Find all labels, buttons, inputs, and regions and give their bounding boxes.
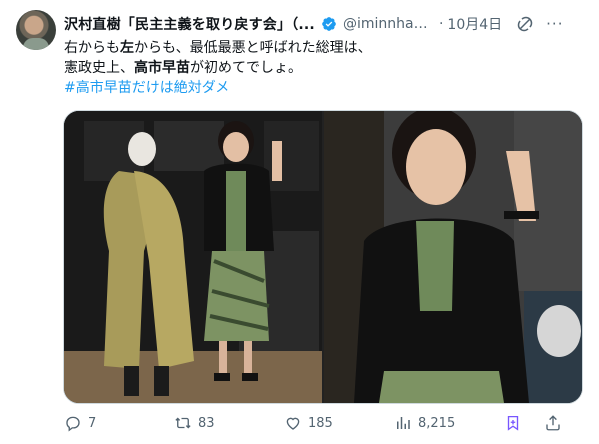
like-icon [286,417,300,430]
like-count: 185 [308,415,333,431]
views-button[interactable]: 8,215 [394,414,504,432]
bookmark-icon [507,415,519,431]
retweet-button[interactable]: 83 [174,414,284,432]
like-button[interactable]: 185 [284,414,394,432]
separator: · [438,16,444,32]
views-icon [397,417,410,429]
hashtag-link[interactable]: #高市早苗だけは絶対ダメ [64,78,584,98]
tweet-date[interactable]: 10月4日 [447,14,502,34]
grok-icon[interactable] [516,15,534,33]
author-handle[interactable]: @iminnhan... [343,16,435,32]
retweet-count: 83 [198,415,215,431]
tweet-text: 右からも左からも、最低最悪と呼ばれた総理は、 憲政史上、高市早苗が初めてでしょ。… [64,38,584,98]
share-button[interactable] [544,414,574,432]
author-name[interactable]: 沢村直樹「民主主義を取り戻す会」（... [64,14,315,34]
bookmark-button[interactable] [504,414,544,432]
media-photo-2[interactable] [324,111,582,403]
views-count: 8,215 [418,415,456,431]
share-icon [546,415,560,431]
more-icon[interactable]: ··· [546,15,563,33]
reply-icon [66,416,80,432]
tweet-media [63,110,583,404]
reply-button[interactable]: 7 [64,414,174,432]
tweet-actions: 7 83 185 8,215 [64,412,583,434]
author-avatar[interactable] [16,10,56,50]
tweet-text-line-1: 右からも左からも、最低最悪と呼ばれた総理は、 [64,40,372,56]
retweet-icon [175,417,191,429]
verified-badge-icon [322,17,336,31]
tweet-text-line-2: 憲政史上、高市早苗が初めてでしょ。 [64,60,302,76]
reply-count: 7 [88,415,97,431]
media-photo-1[interactable] [64,111,322,403]
tweet-header: 沢村直樹「民主主義を取り戻す会」（... @iminnhan... · 10月4… [64,14,591,34]
